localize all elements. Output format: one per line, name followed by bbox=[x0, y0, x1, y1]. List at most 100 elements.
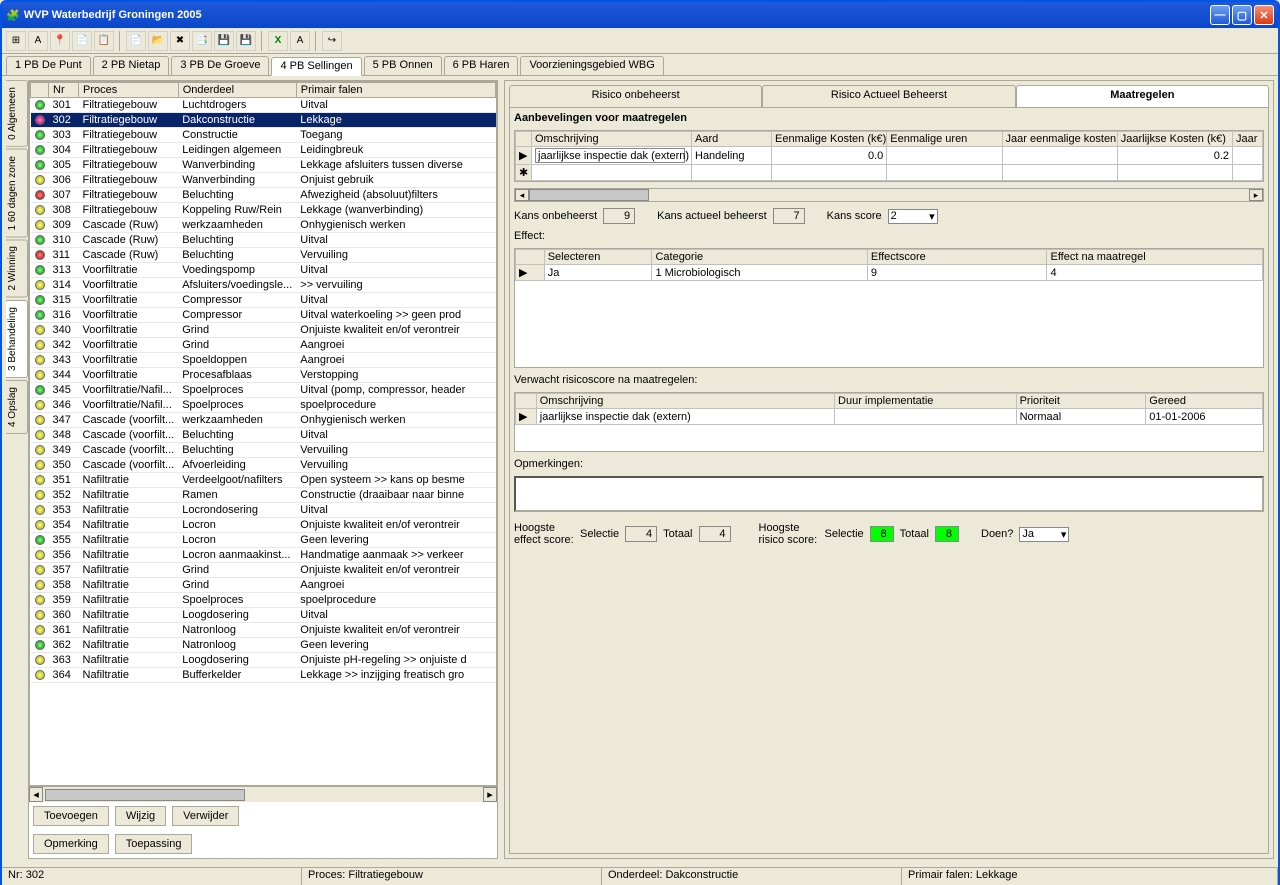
toepassing-button[interactable]: Toepassing bbox=[115, 834, 193, 854]
risk-grid[interactable]: NrProcesOnderdeelPrimair falen 301Filtra… bbox=[29, 81, 497, 786]
table-row[interactable]: 316VoorfiltratieCompressorUitval waterko… bbox=[31, 308, 496, 323]
grid-header[interactable]: Proces bbox=[79, 83, 179, 98]
tool-copy-icon[interactable]: 📄 bbox=[72, 31, 92, 51]
status-dot-icon bbox=[35, 355, 45, 365]
tool-font-icon[interactable]: A bbox=[290, 31, 310, 51]
kans-score-select[interactable]: 2 bbox=[888, 209, 938, 224]
tool-open-icon[interactable]: 📂 bbox=[148, 31, 168, 51]
minimize-button[interactable]: — bbox=[1210, 5, 1230, 25]
table-row[interactable]: 301FiltratiegebouwLuchtdrogersUitval bbox=[31, 98, 496, 113]
tool-tree-icon[interactable]: ⊞ bbox=[6, 31, 26, 51]
table-row[interactable]: 340VoorfiltratieGrindOnjuiste kwaliteit … bbox=[31, 323, 496, 338]
table-row[interactable]: 363NafiltratieLoogdoseringOnjuiste pH-re… bbox=[31, 653, 496, 668]
opmerking-button[interactable]: Opmerking bbox=[33, 834, 109, 854]
verwijder-button[interactable]: Verwijder bbox=[172, 806, 239, 826]
table-row[interactable]: 364NafiltratieBufferkelderLekkage >> inz… bbox=[31, 668, 496, 683]
top-tab[interactable]: 5 PB Onnen bbox=[364, 56, 442, 75]
hoogste-effect-label: Hoogste effect score: bbox=[514, 522, 574, 546]
table-row[interactable]: 358NafiltratieGrindAangroei bbox=[31, 578, 496, 593]
table-row[interactable]: 304FiltratiegebouwLeidingen algemeenLeid… bbox=[31, 143, 496, 158]
table-row[interactable]: 308FiltratiegebouwKoppeling Ruw/ReinLekk… bbox=[31, 203, 496, 218]
side-tab[interactable]: 3 Behandeling bbox=[6, 300, 28, 378]
table-row[interactable]: 355NafiltratieLocronGeen levering bbox=[31, 533, 496, 548]
right-tab[interactable]: Risico onbeheerst bbox=[509, 85, 762, 107]
right-tab[interactable]: Risico Actueel Beheerst bbox=[762, 85, 1015, 107]
grid-header[interactable] bbox=[31, 83, 49, 98]
table-row[interactable]: 306FiltratiegebouwWanverbindingOnjuist g… bbox=[31, 173, 496, 188]
table-row[interactable]: 350Cascade (voorfilt...AfvoerleidingVerv… bbox=[31, 458, 496, 473]
right-tab[interactable]: Maatregelen bbox=[1016, 85, 1269, 107]
side-tab[interactable]: 4 Opslag bbox=[6, 380, 28, 434]
top-tab[interactable]: 6 PB Haren bbox=[444, 56, 519, 75]
grid-header[interactable]: Primair falen bbox=[296, 83, 495, 98]
table-row[interactable]: 342VoorfiltratieGrindAangroei bbox=[31, 338, 496, 353]
maximize-button[interactable]: ▢ bbox=[1232, 5, 1252, 25]
aanbev-grid[interactable]: OmschrijvingAardEenmalige Kosten (k€)Een… bbox=[514, 130, 1264, 182]
table-row[interactable]: 315VoorfiltratieCompressorUitval bbox=[31, 293, 496, 308]
aanbev-hscroll[interactable]: ◂▸ bbox=[514, 188, 1264, 202]
status-dot-icon bbox=[35, 625, 45, 635]
tool-excel-icon[interactable]: X bbox=[268, 31, 288, 51]
table-row[interactable]: 357NafiltratieGrindOnjuiste kwaliteit en… bbox=[31, 563, 496, 578]
tool-abc-icon[interactable]: A bbox=[28, 31, 48, 51]
status-dot-icon bbox=[35, 430, 45, 440]
table-row[interactable]: 345Voorfiltratie/Nafil...SpoelprocesUitv… bbox=[31, 383, 496, 398]
tool-copy2-icon[interactable]: 📑 bbox=[192, 31, 212, 51]
tool-bookmark-icon[interactable]: 📍 bbox=[50, 31, 70, 51]
top-tab[interactable]: 4 PB Sellingen bbox=[271, 57, 361, 76]
table-row[interactable]: 307FiltratiegebouwBeluchtingAfwezigheid … bbox=[31, 188, 496, 203]
opmerkingen-textarea[interactable] bbox=[514, 476, 1264, 512]
status-dot-icon bbox=[35, 505, 45, 515]
table-row[interactable]: 309Cascade (Ruw)werkzaamhedenOnhygienisc… bbox=[31, 218, 496, 233]
table-row[interactable]: 311Cascade (Ruw)BeluchtingVervuiling bbox=[31, 248, 496, 263]
table-row[interactable]: 360NafiltratieLoogdoseringUitval bbox=[31, 608, 496, 623]
table-row[interactable]: 305FiltratiegebouwWanverbindingLekkage a… bbox=[31, 158, 496, 173]
tool-paste-icon[interactable]: 📋 bbox=[94, 31, 114, 51]
verwacht-grid[interactable]: OmschrijvingDuur implementatiePrioriteit… bbox=[514, 392, 1264, 452]
top-tab[interactable]: 3 PB De Groeve bbox=[171, 56, 269, 75]
table-row[interactable]: 349Cascade (voorfilt...BeluchtingVervuil… bbox=[31, 443, 496, 458]
table-row[interactable]: 343VoorfiltratieSpoeldoppenAangroei bbox=[31, 353, 496, 368]
table-row[interactable]: 354NafiltratieLocronOnjuiste kwaliteit e… bbox=[31, 518, 496, 533]
table-row[interactable]: 314VoorfiltratieAfsluiters/voedingsle...… bbox=[31, 278, 496, 293]
table-row[interactable]: 359NafiltratieSpoelprocesspoelprocedure bbox=[31, 593, 496, 608]
table-row[interactable]: 361NafiltratieNatronloogOnjuiste kwalite… bbox=[31, 623, 496, 638]
table-row[interactable]: 353NafiltratieLocrondoseringUitval bbox=[31, 503, 496, 518]
tool-exit-icon[interactable]: ↪ bbox=[322, 31, 342, 51]
table-row[interactable]: 347Cascade (voorfilt...werkzaamhedenOnhy… bbox=[31, 413, 496, 428]
status-dot-icon bbox=[35, 205, 45, 215]
table-row[interactable]: 302FiltratiegebouwDakconstructieLekkage bbox=[31, 113, 496, 128]
doen-select[interactable]: Ja bbox=[1019, 527, 1069, 542]
tool-delete-icon[interactable]: ✖ bbox=[170, 31, 190, 51]
tool-saveall-icon[interactable]: 💾 bbox=[236, 31, 256, 51]
table-row[interactable]: 356NafiltratieLocron aanmaakinst...Handm… bbox=[31, 548, 496, 563]
tool-save-icon[interactable]: 💾 bbox=[214, 31, 234, 51]
close-button[interactable]: ✕ bbox=[1254, 5, 1274, 25]
top-tab[interactable]: 2 PB Nietap bbox=[93, 56, 170, 75]
new-row-icon[interactable]: ✱ bbox=[516, 165, 532, 181]
toevoegen-button[interactable]: Toevoegen bbox=[33, 806, 109, 826]
grid-hscrollbar[interactable]: ◂▸ bbox=[29, 786, 497, 802]
table-row[interactable]: 346Voorfiltratie/Nafil...Spoelprocesspoe… bbox=[31, 398, 496, 413]
table-row[interactable]: 362NafiltratieNatronloogGeen levering bbox=[31, 638, 496, 653]
table-row[interactable]: 344VoorfiltratieProcesafblaasVerstopping bbox=[31, 368, 496, 383]
verwacht-label: Verwacht risicoscore na maatregelen: bbox=[514, 374, 1264, 386]
table-row[interactable]: 303FiltratiegebouwConstructieToegang bbox=[31, 128, 496, 143]
table-row[interactable]: 310Cascade (Ruw)BeluchtingUitval bbox=[31, 233, 496, 248]
effect-grid[interactable]: SelecterenCategorieEffectscoreEffect na … bbox=[514, 248, 1264, 368]
top-tab[interactable]: Voorzieningsgebied WBG bbox=[520, 56, 663, 75]
table-row[interactable]: 348Cascade (voorfilt...BeluchtingUitval bbox=[31, 428, 496, 443]
table-row[interactable]: 351NafiltratieVerdeelgoot/nafiltersOpen … bbox=[31, 473, 496, 488]
hoogste-risico-label: Hoogste risico score: bbox=[759, 522, 819, 546]
aanbev-oms-select[interactable]: jaarlijkse inspectie dak (extern) bbox=[535, 148, 685, 163]
table-row[interactable]: 313VoorfiltratieVoedingspompUitval bbox=[31, 263, 496, 278]
tool-new-icon[interactable]: 📄 bbox=[126, 31, 146, 51]
wijzig-button[interactable]: Wijzig bbox=[115, 806, 166, 826]
side-tab[interactable]: 0 Algemeen bbox=[6, 80, 28, 147]
side-tab[interactable]: 1 60 dagen zone bbox=[6, 149, 28, 238]
grid-header[interactable]: Onderdeel bbox=[178, 83, 296, 98]
grid-header[interactable]: Nr bbox=[49, 83, 79, 98]
side-tab[interactable]: 2 Winning bbox=[6, 239, 28, 297]
top-tab[interactable]: 1 PB De Punt bbox=[6, 56, 91, 75]
table-row[interactable]: 352NafiltratieRamenConstructie (draaibaa… bbox=[31, 488, 496, 503]
